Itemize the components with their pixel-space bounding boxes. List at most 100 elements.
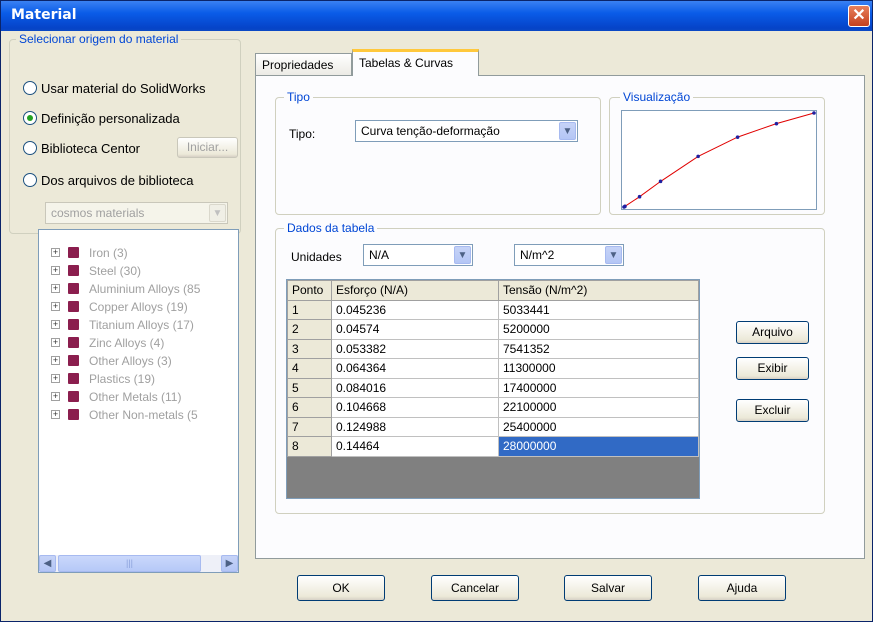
table-row[interactable]: 1 0.045236 5033441 (287, 299, 699, 320)
scroll-right-icon[interactable]: ▶ (221, 555, 238, 572)
strain-cell[interactable]: 0.14464 (331, 436, 499, 457)
stress-cell[interactable]: 22100000 (498, 397, 699, 418)
title-bar[interactable]: Material ✕ (1, 1, 872, 31)
strain-cell[interactable]: 0.064364 (331, 358, 499, 379)
expand-icon[interactable]: + (51, 392, 60, 401)
expand-icon[interactable]: + (51, 410, 60, 419)
chevron-down-icon[interactable]: ▼ (454, 246, 471, 264)
units-label: Unidades (291, 250, 342, 264)
scroll-left-icon[interactable]: ◀ (39, 555, 56, 572)
strain-cell[interactable]: 0.045236 (331, 299, 499, 320)
stress-cell[interactable]: 5033441 (498, 299, 699, 320)
tree-item[interactable]: + Titanium Alloys (17) (51, 316, 194, 333)
tree-item-label: Aluminium Alloys (85 (89, 281, 201, 296)
expand-icon[interactable]: + (51, 374, 60, 383)
radio-button[interactable] (23, 141, 37, 155)
iniciar-button[interactable]: Iniciar... (177, 137, 238, 158)
tree-item[interactable]: + Other Non-metals (5 (51, 406, 198, 423)
exibir-button[interactable]: Exibir (736, 357, 809, 380)
stress-unit-select[interactable]: N/m^2 ▼ (514, 244, 624, 266)
book-icon (68, 337, 79, 348)
tree-item-label: Zinc Alloys (4) (89, 335, 165, 350)
expand-icon[interactable]: + (51, 338, 60, 347)
expand-icon[interactable]: + (51, 284, 60, 293)
exibir-label: Exibir (757, 361, 788, 375)
expand-icon[interactable]: + (51, 266, 60, 275)
tipo-select-value: Curva tenção-deformação (361, 124, 500, 138)
strain-cell[interactable]: 0.084016 (331, 377, 499, 398)
cancel-button[interactable]: Cancelar (431, 575, 519, 601)
book-icon (68, 247, 79, 258)
stress-cell[interactable]: 25400000 (498, 416, 699, 437)
tree-item[interactable]: + Other Metals (11) (51, 388, 181, 405)
stress-cell[interactable]: 17400000 (498, 377, 699, 398)
table-row[interactable]: 6 0.104668 22100000 (287, 397, 699, 418)
radio-button[interactable] (23, 111, 37, 125)
excluir-button[interactable]: Excluir (736, 399, 809, 422)
help-label: Ajuda (726, 581, 758, 595)
radio-custom[interactable]: Definição personalizada (23, 109, 180, 127)
strain-cell[interactable]: 0.053382 (331, 338, 499, 359)
stress-cell[interactable]: 5200000 (498, 319, 699, 340)
strain-cell[interactable]: 0.104668 (331, 397, 499, 418)
curve-point (774, 121, 779, 126)
curve-point (623, 204, 627, 209)
row-index: 1 (287, 299, 332, 320)
radio-library-files[interactable]: Dos arquivos de biblioteca (23, 171, 193, 189)
chevron-down-icon[interactable]: ▼ (559, 122, 576, 140)
stress-cell[interactable]: 7541352 (498, 338, 699, 359)
save-label: Salvar (590, 581, 625, 595)
radio-centor[interactable]: Biblioteca Centor (23, 139, 140, 157)
table-row[interactable]: 2 0.04574 5200000 (287, 319, 699, 340)
expand-icon[interactable]: + (51, 302, 60, 311)
radio-button[interactable] (23, 81, 37, 95)
strain-unit-select[interactable]: N/A ▼ (363, 244, 473, 266)
book-icon (68, 391, 79, 402)
radio-solidworks[interactable]: Usar material do SolidWorks (23, 79, 205, 97)
tree-item-label: Other Non-metals (5 (89, 407, 198, 422)
preview-legend: Visualização (620, 90, 694, 104)
arquivo-button[interactable]: Arquivo (736, 321, 809, 344)
scrollbar-thumb[interactable]: ||| (58, 555, 201, 572)
book-icon (68, 409, 79, 420)
tree-item[interactable]: + Aluminium Alloys (85 (51, 280, 200, 297)
tree-item[interactable]: + Copper Alloys (19) (51, 298, 188, 315)
close-icon[interactable]: ✕ (848, 5, 870, 27)
strain-cell[interactable]: 0.04574 (331, 319, 499, 340)
tree-item[interactable]: + Plastics (19) (51, 370, 155, 387)
table-row[interactable]: 5 0.084016 17400000 (287, 377, 699, 398)
data-grid[interactable]: Ponto Esforço (N/A) Tensão (N/m^2) 1 0.04… (286, 279, 700, 499)
strain-cell[interactable]: 0.124988 (331, 416, 499, 437)
expand-icon[interactable]: + (51, 320, 60, 329)
tab-label: Propriedades (262, 58, 334, 72)
tipo-select[interactable]: Curva tenção-deformação ▼ (355, 120, 578, 142)
radio-button[interactable] (23, 173, 37, 187)
tree-item[interactable]: + Zinc Alloys (4) (51, 334, 164, 351)
horizontal-scrollbar[interactable]: ◀ ||| ▶ (39, 555, 238, 572)
stress-cell[interactable]: 11300000 (498, 358, 699, 379)
table-row[interactable]: 3 0.053382 7541352 (287, 338, 699, 359)
table-row[interactable]: 4 0.064364 11300000 (287, 358, 699, 379)
table-row[interactable]: 8 0.14464 28000000 (287, 436, 699, 457)
curve-point (812, 111, 816, 115)
save-button[interactable]: Salvar (564, 575, 652, 601)
material-tree[interactable]: + Iron (3) + Steel (30) + Aluminium Alloys … (38, 229, 239, 573)
preview-chart (622, 111, 816, 209)
chevron-down-icon[interactable]: ▼ (209, 204, 226, 222)
tab-tabelas-curvas[interactable]: Tabelas & Curvas (352, 49, 479, 76)
tree-item[interactable]: + Other Alloys (3) (51, 352, 172, 369)
book-icon (68, 355, 79, 366)
tree-item[interactable]: + Iron (3) (51, 244, 128, 261)
tab-propriedades[interactable]: Propriedades (255, 53, 352, 75)
expand-icon[interactable]: + (51, 356, 60, 365)
ok-button[interactable]: OK (297, 575, 385, 601)
library-select[interactable]: cosmos materials ▼ (45, 202, 228, 224)
help-button[interactable]: Ajuda (698, 575, 786, 601)
stress-strain-preview (621, 110, 817, 210)
chevron-down-icon[interactable]: ▼ (605, 246, 622, 264)
stress-cell-selected[interactable]: 28000000 (498, 436, 699, 457)
expand-icon[interactable]: + (51, 248, 60, 257)
excluir-label: Excluir (754, 403, 791, 417)
table-row[interactable]: 7 0.124988 25400000 (287, 416, 699, 437)
tree-item[interactable]: + Steel (30) (51, 262, 141, 279)
